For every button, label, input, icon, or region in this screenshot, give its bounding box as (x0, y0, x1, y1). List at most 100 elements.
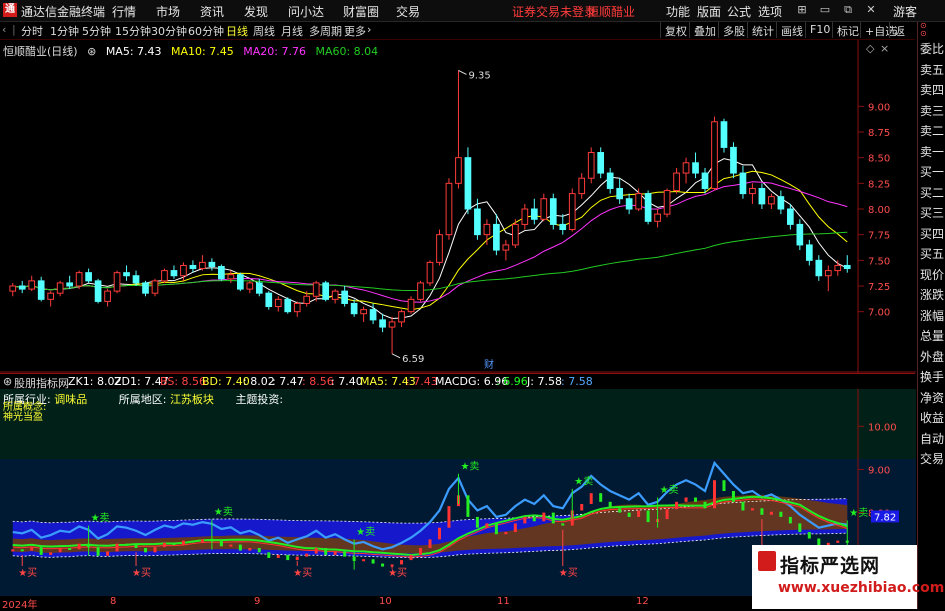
indicator-header: ⊛ 股朋指标网 ZK1: 8.02 ZD1: 7.47 BS: 8.56 BD:… (0, 373, 915, 390)
indicator-bar (646, 510, 650, 523)
period-tab-1min[interactable]: 1分钟 (50, 23, 79, 39)
bd3-value: : 7.47 (272, 375, 304, 388)
menu-item-options[interactable]: 选项 (758, 3, 782, 20)
stats-button[interactable]: 统计 (747, 22, 778, 38)
toolbar-separator: | (12, 23, 16, 36)
indicator-bar (409, 554, 413, 561)
multi-stock-button[interactable]: 多股 (718, 22, 749, 38)
candle-body (654, 213, 661, 222)
candle-body (417, 282, 424, 300)
candle-body (426, 261, 434, 284)
draw-line-button[interactable]: 画线 (776, 22, 807, 38)
panel-scroll-icon[interactable]: ⊙ ⊙ (920, 22, 945, 38)
candle-body (768, 196, 775, 205)
overlay-button[interactable]: 叠加 (689, 22, 720, 38)
indicator-bar (30, 547, 34, 551)
menu-item-trade[interactable]: 交易 (396, 3, 420, 20)
chart-dropdown-icon[interactable]: ⊛ (87, 45, 96, 58)
candle-body (663, 190, 671, 215)
candle-body (739, 172, 747, 195)
theme-label: 主题投资: (235, 393, 284, 406)
candle-body (322, 282, 330, 300)
period-tab-daily[interactable]: 日线 (226, 23, 248, 39)
indicator-bar (608, 501, 612, 509)
sell-signal-label: ★卖 (356, 526, 375, 538)
indicator-bar (58, 548, 62, 553)
concept-info: 所属概念: 神光当盈 (3, 403, 46, 423)
indicator-bar (769, 511, 773, 515)
indicator-bar (428, 539, 432, 549)
period-tab-more[interactable]: 更多 (344, 23, 366, 39)
login-notice[interactable]: 证券交易未登录 (512, 3, 596, 20)
adjust-button[interactable]: 复权 (660, 22, 691, 38)
mark-button[interactable]: 标记 (832, 22, 863, 38)
buy-signal-label: ★买 (132, 567, 151, 579)
period-tab-multi[interactable]: 多周期 (309, 23, 342, 39)
close-icon[interactable]: ✕ (864, 2, 878, 18)
indicator-bar (181, 540, 185, 545)
price-tick-label: 8.25 (868, 179, 890, 190)
high-price-label: 9.35 (468, 70, 490, 81)
restore-icon[interactable]: ⧉ (841, 2, 855, 18)
menu-item-layout[interactable]: 版面 (697, 3, 721, 20)
low-price-label: 6.59 (402, 354, 424, 365)
menu-item-quotes[interactable]: 行情 (112, 3, 136, 20)
indicator-bar (760, 508, 764, 515)
indicator-bar (513, 523, 517, 533)
indicator-bar (419, 548, 423, 555)
candle-body (682, 162, 690, 174)
menu-item-news[interactable]: 资讯 (200, 3, 224, 20)
pin-icon[interactable]: ⊞ (795, 2, 809, 18)
minimize-icon[interactable]: ▭ (818, 2, 832, 18)
period-tab-15min[interactable]: 15分钟 (115, 23, 151, 39)
indicator-bar (153, 547, 157, 553)
back-button[interactable]: 返回 (889, 22, 915, 54)
period-tab-weekly[interactable]: 周线 (253, 23, 275, 39)
indicator-bar (144, 548, 148, 553)
indicator-bar (172, 542, 176, 545)
panel-item-16: 换手 (920, 370, 945, 384)
indicator-collapse-icon[interactable]: ⊛ (3, 375, 12, 388)
f10-button[interactable]: F10 (805, 22, 834, 38)
candle-body (28, 280, 36, 290)
indicator-bar (267, 552, 271, 558)
menu-item-formula[interactable]: 公式 (727, 3, 751, 20)
period-tab-monthly[interactable]: 月线 (281, 23, 303, 39)
candlestick-chart[interactable]: 9.00 8.75 8.50 8.25 8.00 7.75 7.50 7.25 7.00 9.3… (0, 40, 916, 373)
indicator-bar (665, 509, 669, 520)
candle-body (796, 223, 804, 246)
chart-close-icon[interactable]: × (880, 42, 889, 55)
candle-body (493, 223, 500, 251)
candle-body (758, 187, 766, 205)
period-tab-5min[interactable]: 5分钟 (82, 23, 111, 39)
price-tick-label: 7.75 (868, 231, 890, 242)
date-label-aug: 8 (110, 596, 117, 607)
candle-body (455, 157, 462, 184)
menu-item-wealth[interactable]: 财富圈 (343, 3, 379, 20)
period-tab-60min[interactable]: 60分钟 (188, 23, 224, 39)
order-book-panel: ⊙ ⊙ 委比 卖五 卖四 卖三 卖二 卖一 买一 买二 买三 买四 买五 现价 涨跌 涨幅 总量 外盘 换手 净资收… (917, 22, 945, 609)
app-logo-icon: 通 (3, 3, 17, 17)
indicator-bar (371, 559, 375, 564)
menu-item-discover[interactable]: 发现 (244, 3, 268, 20)
indicator-bar (447, 506, 451, 528)
period-tab-intraday[interactable]: 分时 (21, 23, 43, 39)
chart-title: 恒顺醋业(日线) (3, 45, 78, 58)
period-tab-30min[interactable]: 30分钟 (151, 23, 187, 39)
candle-body (47, 292, 55, 300)
toolbar-prev-icon[interactable]: ‹ (2, 23, 6, 36)
indicator-bar (731, 491, 735, 502)
menu-item-function[interactable]: 功能 (666, 3, 690, 20)
candle-body (587, 152, 595, 179)
buy-signal-label: ★买 (388, 567, 407, 579)
panel-item-17: 净资 (920, 390, 945, 405)
menu-item-ask[interactable]: 问小达 (288, 3, 324, 20)
menu-item-market[interactable]: 市场 (156, 3, 180, 20)
candle-body (303, 295, 311, 304)
chart-settings-icon[interactable]: ◇ (866, 42, 875, 55)
guest-label[interactable]: 游客 (893, 3, 917, 20)
candle-body (597, 152, 605, 174)
indicator-bar (125, 543, 129, 546)
more-chevron-icon[interactable]: › (367, 23, 371, 36)
indicator-bar (343, 551, 347, 557)
